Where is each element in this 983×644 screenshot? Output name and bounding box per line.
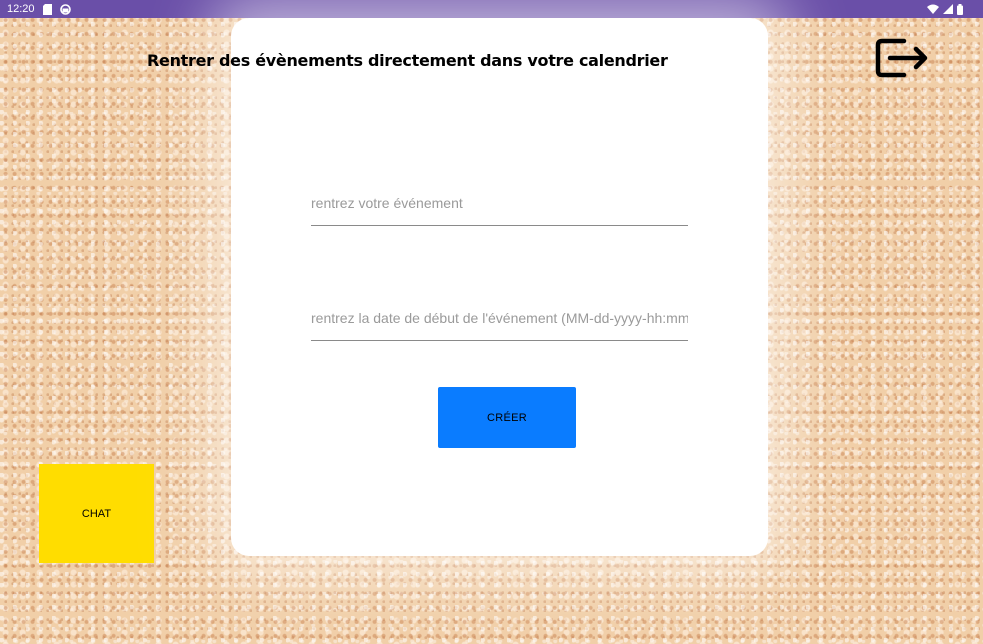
- battery-icon: [957, 3, 963, 15]
- event-field: [311, 195, 688, 226]
- status-bar: 12:20: [0, 0, 983, 18]
- event-form-card: CRÉER: [231, 18, 768, 556]
- event-date-input[interactable]: [311, 310, 688, 340]
- exit-button[interactable]: [875, 38, 931, 78]
- event-name-input[interactable]: [311, 195, 688, 225]
- sync-icon: [59, 3, 71, 15]
- create-button[interactable]: CRÉER: [438, 387, 576, 448]
- exit-icon: [875, 38, 928, 78]
- sd-card-icon: [42, 3, 52, 15]
- status-time: 12:20: [7, 3, 35, 15]
- chat-button[interactable]: CHAT: [39, 464, 154, 563]
- date-field: [311, 310, 688, 341]
- wifi-icon: [927, 4, 939, 14]
- page-title: Rentrer des évènements directement dans …: [147, 51, 668, 70]
- signal-icon: [943, 4, 953, 14]
